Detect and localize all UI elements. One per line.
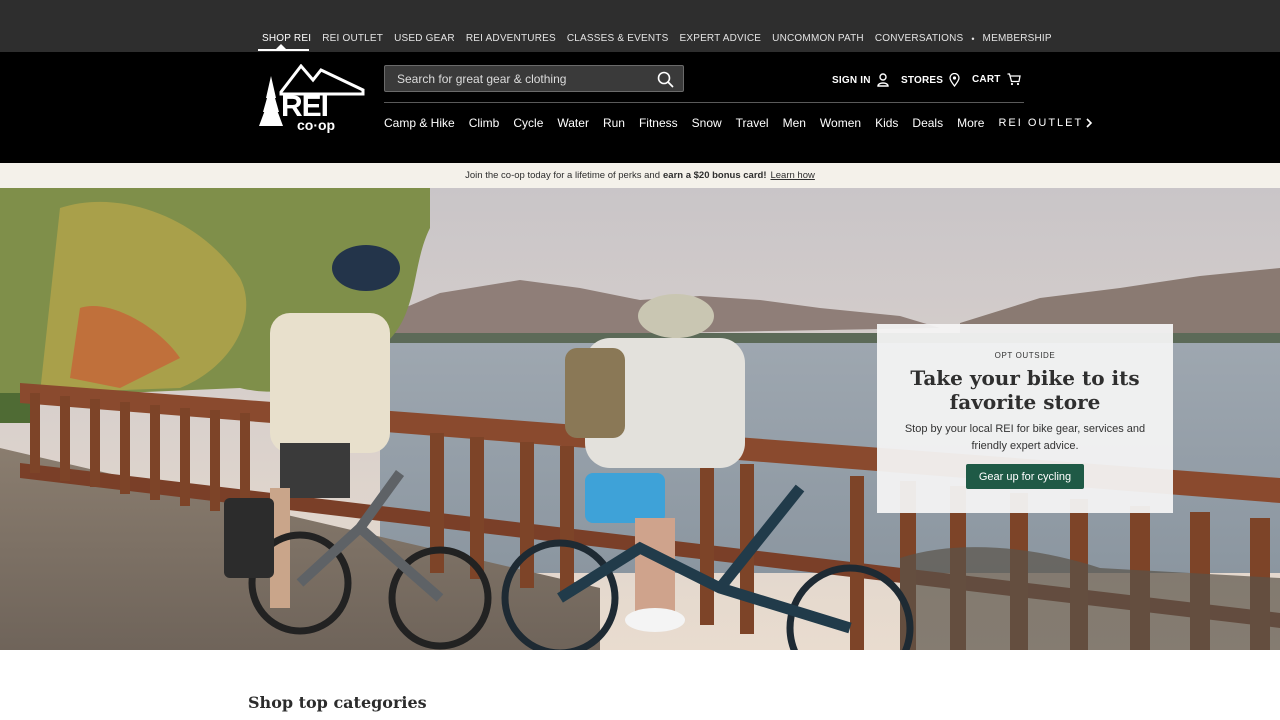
utility-link-rei-outlet[interactable]: REI OUTLET <box>322 33 383 44</box>
active-tab-underline <box>258 49 309 51</box>
cart-label: CART <box>972 74 1001 85</box>
membership-promo-banner: Join the co-op today for a lifetime of p… <box>0 163 1280 188</box>
nav-cycle[interactable]: Cycle <box>513 116 543 130</box>
nav-more[interactable]: More <box>957 116 984 130</box>
utility-link-rei-adventures[interactable]: REI ADVENTURES <box>466 33 556 44</box>
chevron-right-icon <box>1086 118 1093 128</box>
utility-bar <box>0 0 1280 52</box>
cart-link[interactable]: CART <box>972 73 1021 86</box>
sign-in-link[interactable]: SIGN IN <box>832 73 889 87</box>
header-divider <box>384 102 1024 103</box>
utility-link-expert-advice[interactable]: EXPERT ADVICE <box>679 33 761 44</box>
utility-link-conversations[interactable]: CONVERSATIONS <box>875 33 964 44</box>
search-input[interactable] <box>385 71 645 86</box>
utility-link-membership[interactable]: MEMBERSHIP <box>983 33 1052 44</box>
utility-separator: • <box>971 33 975 44</box>
stores-label: STORES <box>901 74 944 86</box>
location-pin-icon <box>949 73 960 87</box>
search-icon[interactable] <box>657 71 674 88</box>
nav-women[interactable]: Women <box>820 116 861 130</box>
utility-link-shop-rei[interactable]: SHOP REI <box>262 33 311 44</box>
nav-kids[interactable]: Kids <box>875 116 898 130</box>
nav-rei-outlet[interactable]: REI OUTLET <box>998 117 1083 129</box>
nav-deals[interactable]: Deals <box>912 116 943 130</box>
nav-men[interactable]: Men <box>783 116 806 130</box>
svg-text:co·op: co·op <box>297 117 335 133</box>
hero-eyebrow: OPT OUTSIDE <box>994 351 1056 360</box>
stores-link[interactable]: STORES <box>901 73 960 87</box>
hero-title: Take your bike to its favorite store <box>910 366 1140 414</box>
nav-travel[interactable]: Travel <box>736 116 769 130</box>
nav-run[interactable]: Run <box>603 116 625 130</box>
learn-how-link[interactable]: Learn how <box>770 170 814 181</box>
hero-description: Stop by your local REI for bike gear, se… <box>904 423 1146 452</box>
nav-climb[interactable]: Climb <box>469 116 500 130</box>
nav-camp-hike[interactable]: Camp & Hike <box>384 116 455 130</box>
main-nav: Camp & Hike Climb Cycle Water Run Fitnes… <box>384 116 1093 130</box>
sign-in-label: SIGN IN <box>832 74 871 86</box>
hero-promo-card: OPT OUTSIDE Take your bike to its favori… <box>877 324 1173 513</box>
hero-banner: OPT OUTSIDE Take your bike to its favori… <box>0 188 1280 650</box>
nav-fitness[interactable]: Fitness <box>639 116 678 130</box>
utility-link-uncommon-path[interactable]: UNCOMMON PATH <box>772 33 864 44</box>
user-icon <box>876 73 889 87</box>
utility-link-used-gear[interactable]: USED GEAR <box>394 33 455 44</box>
nav-water[interactable]: Water <box>557 116 589 130</box>
shop-top-categories-heading: Shop top categories <box>248 693 427 712</box>
search-bar <box>384 65 684 92</box>
promo-bold-text: earn a $20 bonus card! <box>663 170 767 181</box>
promo-text: Join the co-op today for a lifetime of p… <box>465 170 660 181</box>
cart-icon <box>1007 73 1021 86</box>
utility-link-classes-events[interactable]: CLASSES & EVENTS <box>567 33 669 44</box>
nav-snow[interactable]: Snow <box>692 116 722 130</box>
gear-up-cycling-button[interactable]: Gear up for cycling <box>966 464 1084 489</box>
utility-nav: SHOP REI REI OUTLET USED GEAR REI ADVENT… <box>262 33 1063 44</box>
rei-coop-logo[interactable]: REI co·op <box>257 64 367 134</box>
